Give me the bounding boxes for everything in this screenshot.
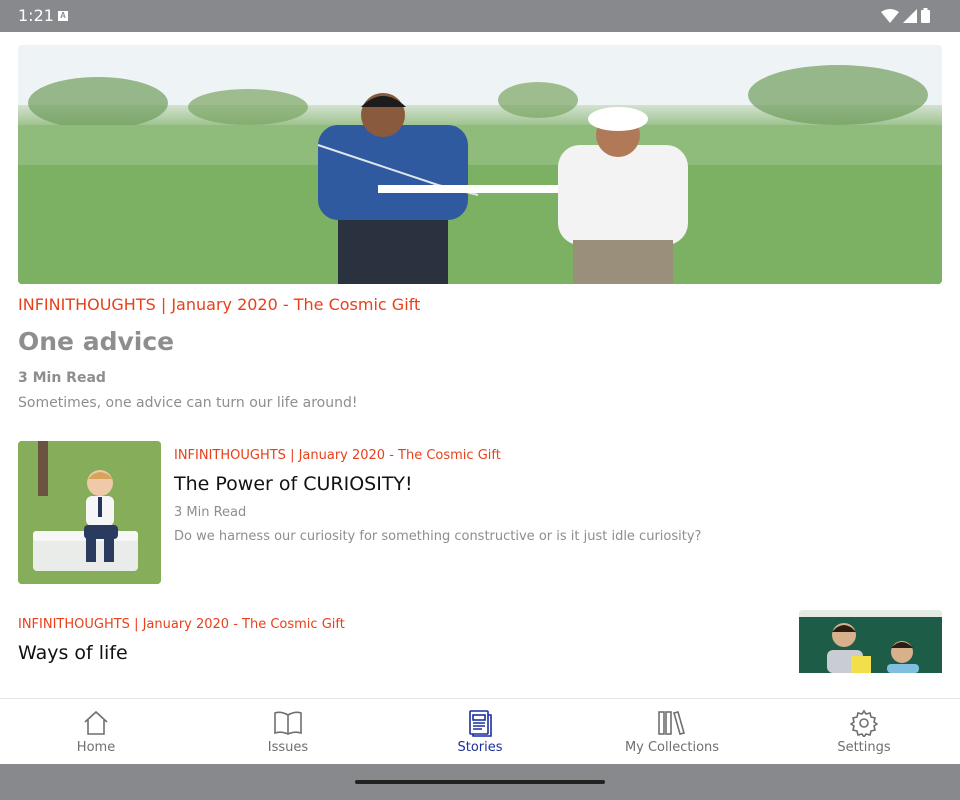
system-gesture-bar <box>0 764 960 800</box>
featured-title[interactable]: One advice <box>18 327 174 356</box>
story-subtitle: Do we harness our curiosity for somethin… <box>174 529 702 544</box>
nav-stories-label: Stories <box>457 740 503 755</box>
story-category[interactable]: INFINITHOUGHTS | January 2020 - The Cosm… <box>18 617 345 632</box>
nav-settings[interactable]: Settings <box>768 699 960 764</box>
bottom-navigation: Home Issues Stories My Collections Setti… <box>0 698 960 764</box>
nav-home[interactable]: Home <box>0 699 192 764</box>
story-thumbnail-ways-of-life[interactable] <box>799 610 942 673</box>
featured-subtitle: Sometimes, one advice can turn our life … <box>18 395 358 411</box>
status-icons <box>881 8 930 23</box>
nav-home-label: Home <box>76 740 116 755</box>
nav-my-collections-label: My Collections <box>624 740 720 755</box>
featured-category[interactable]: INFINITHOUGHTS | January 2020 - The Cosm… <box>18 295 420 314</box>
nav-issues-label: Issues <box>267 740 309 755</box>
battery-icon <box>921 8 930 23</box>
ways-of-life-illustration <box>799 610 942 673</box>
wifi-icon <box>881 8 899 23</box>
signal-icon <box>903 8 917 23</box>
status-notification-badge: A <box>58 11 68 21</box>
status-bar: 1:21 A <box>0 0 960 32</box>
story-category[interactable]: INFINITHOUGHTS | January 2020 - The Cosm… <box>174 448 501 463</box>
featured-story-image[interactable] <box>18 45 942 284</box>
featured-read-time: 3 Min Read <box>18 370 106 386</box>
featured-illustration <box>18 45 942 284</box>
collections-icon <box>657 708 687 738</box>
nav-stories[interactable]: Stories <box>384 699 576 764</box>
nav-settings-label: Settings <box>837 740 891 755</box>
book-icon <box>273 708 303 738</box>
home-icon <box>81 708 111 738</box>
curiosity-illustration <box>18 441 161 584</box>
nav-issues[interactable]: Issues <box>192 699 384 764</box>
gesture-handle[interactable] <box>355 780 605 784</box>
stories-icon <box>465 708 495 738</box>
story-title[interactable]: The Power of CURIOSITY! <box>174 473 413 495</box>
story-thumbnail-curiosity[interactable] <box>18 441 161 584</box>
nav-my-collections[interactable]: My Collections <box>576 699 768 764</box>
stories-feed[interactable]: INFINITHOUGHTS | January 2020 - The Cosm… <box>0 32 960 673</box>
story-title[interactable]: Ways of life <box>18 642 128 664</box>
story-read-time: 3 Min Read <box>174 505 247 520</box>
gear-icon <box>849 708 879 738</box>
status-time: 1:21 <box>18 6 54 25</box>
